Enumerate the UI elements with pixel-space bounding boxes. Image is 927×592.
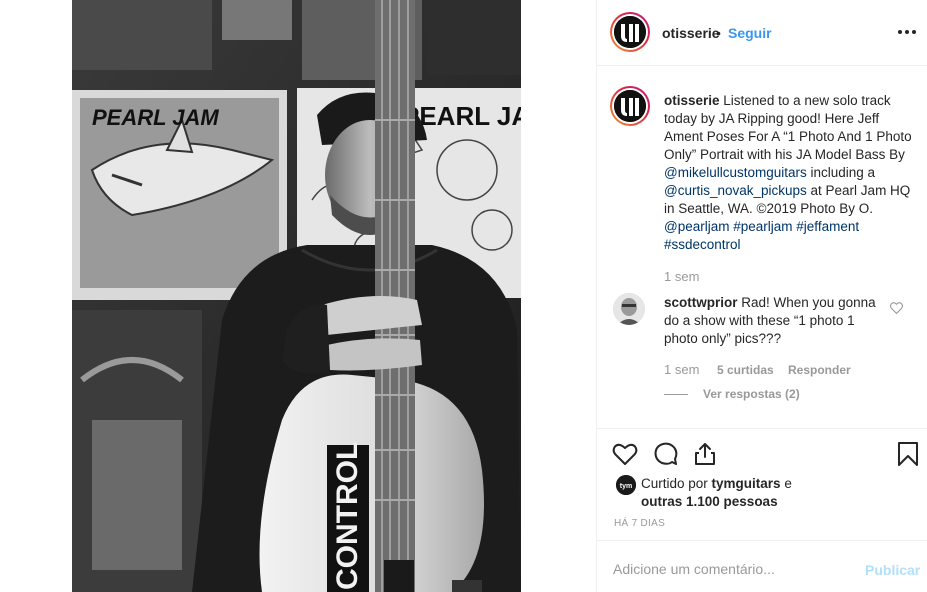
likes-summary: Curtido por tymguitars e outras 1.100 pe… [641,475,851,511]
mention-curtis-novak[interactable]: @curtis_novak_pickups [664,183,807,198]
otisserie-logo-icon [614,90,646,122]
otisserie-logo-icon [614,16,646,48]
guitar-sticker: CONTROL [331,442,364,590]
comment-input[interactable] [613,560,853,578]
post-panel: otisserie • Seguir otisserie Listened to… [596,0,927,592]
likes-mid: e [780,476,792,491]
comment-time[interactable]: 1 sem [664,362,699,377]
post-timestamp[interactable]: HÁ 7 DIAS [614,518,665,529]
post-caption: otisserie Listened to a new solo track t… [664,92,912,254]
tymguitars-logo-icon: tym [616,475,636,495]
comment-body: scottwprior Rad! When you gonna do a sho… [664,294,879,348]
comments-section: otisserie Listened to a new solo track t… [597,66,927,428]
commenter-avatar[interactable] [613,293,645,325]
photo-illustration: PEARL JAM PEARL JAM [72,0,521,592]
heart-icon[interactable] [612,441,638,467]
liker-username[interactable]: tymguitars [712,476,781,491]
caption-text-2: including a [806,165,876,180]
mention-mikelull[interactable]: @mikelullcustomguitars [664,165,807,180]
svg-text:tym: tym [620,483,632,490]
hashtag-jeffament[interactable]: #jeffament [796,219,859,234]
post-actions: tym Curtido por tymguitars e outras 1.10… [597,428,927,540]
follow-button[interactable]: Seguir [728,25,772,41]
likes-prefix: Curtido por [641,476,712,491]
caption-time[interactable]: 1 sem [664,269,699,284]
heart-small-icon[interactable] [890,302,903,314]
hashtag-ssdecontrol[interactable]: #ssdecontrol [664,237,741,252]
reply-button[interactable]: Responder [788,363,851,377]
author-avatar[interactable] [610,12,650,52]
likes-others[interactable]: outras 1.100 pessoas [641,494,778,509]
bookmark-icon[interactable] [895,441,921,467]
more-options-icon[interactable] [898,30,916,34]
commenter-portrait [613,293,645,325]
liker-avatar[interactable]: tym [616,475,636,495]
share-icon[interactable] [692,441,718,467]
photo-area: PEARL JAM PEARL JAM [0,0,596,592]
comment-icon[interactable] [653,441,679,467]
separator-dot: • [716,25,721,41]
add-comment-form: Publicar [597,540,927,592]
view-replies-button[interactable]: Ver respostas (2) [703,387,800,401]
hashtag-pearljam[interactable]: #pearljam [733,219,792,234]
poster-1-title: PEARL JAM [92,105,219,130]
caption-username[interactable]: otisserie [664,93,720,108]
post-header: otisserie • Seguir [597,0,927,66]
publish-button[interactable]: Publicar [865,562,920,578]
commenter-username[interactable]: scottwprior [664,295,738,310]
author-username[interactable]: otisserie [662,25,720,41]
comment-likes[interactable]: 5 curtidas [717,363,774,377]
replies-divider [664,394,688,395]
mention-pearljam[interactable]: @pearljam [664,219,729,234]
post-photo[interactable]: PEARL JAM PEARL JAM [72,0,521,592]
caption-author-avatar[interactable] [610,86,650,126]
